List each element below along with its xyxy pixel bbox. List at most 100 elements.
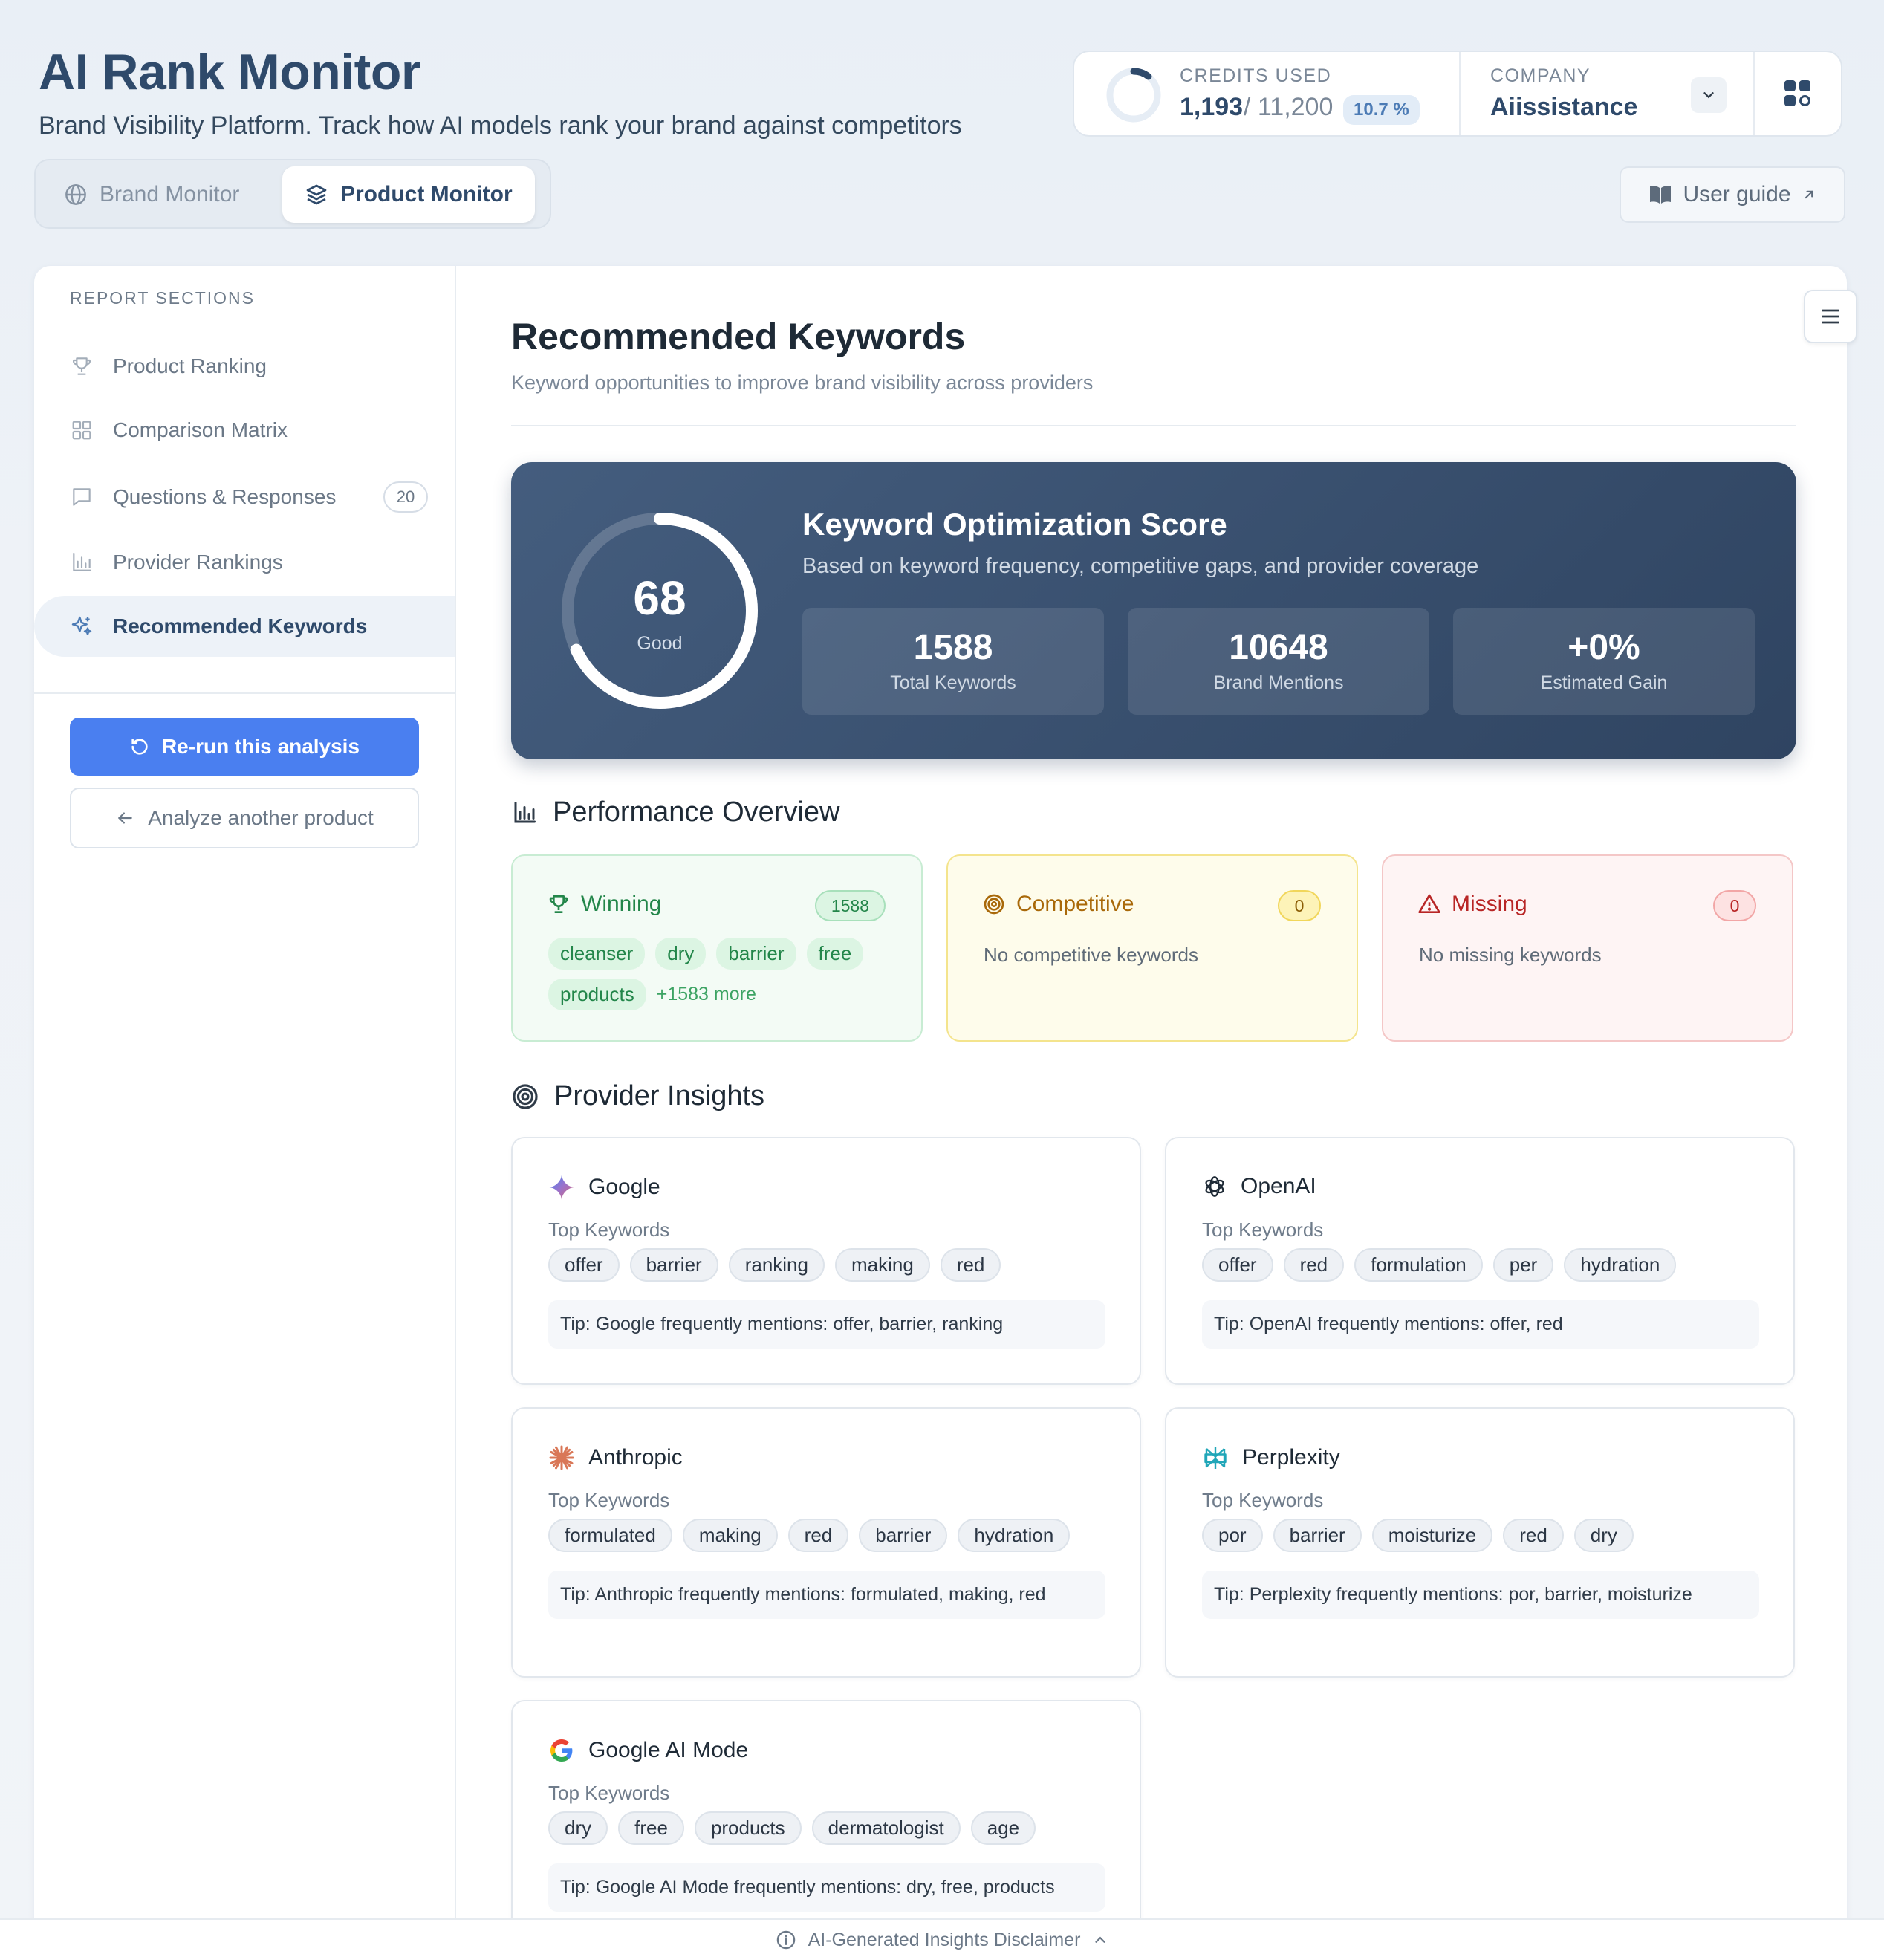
message-icon — [73, 488, 91, 506]
apps-grid-icon — [1784, 80, 1810, 106]
tab-brand-monitor[interactable]: Brand Monitor — [42, 166, 262, 223]
company-dropdown-button[interactable] — [1691, 77, 1727, 113]
stat-brand-mentions: 10648 Brand Mentions — [1128, 608, 1429, 715]
report-content: Recommended Keywords Keyword opportuniti… — [456, 266, 1857, 1960]
keyword-tag: red — [1283, 1248, 1345, 1282]
sparkles-icon — [71, 616, 92, 635]
winning-keyword-tag: dry — [655, 938, 706, 970]
provider-tip: Tip: Perplexity frequently mentions: por… — [1202, 1571, 1759, 1619]
sidebar-item-label: Comparison Matrix — [113, 418, 288, 441]
keyword-tag: moisturize — [1371, 1519, 1493, 1552]
sidebar-item-recommended-keywords[interactable]: Recommended Keywords — [34, 596, 455, 657]
analyze-another-product-button[interactable]: Analyze another product — [70, 788, 419, 848]
trophy-icon — [73, 357, 91, 375]
hamburger-menu-icon — [1822, 309, 1839, 324]
sidebar-divider — [34, 692, 455, 694]
provider-keyword-list: por barrier moisturize red dry — [1202, 1519, 1634, 1552]
provider-keyword-list: offer barrier ranking making red — [548, 1248, 1001, 1282]
sidebar-item-label: Provider Rankings — [113, 551, 283, 574]
score-description: Based on keyword frequency, competitive … — [802, 554, 1479, 578]
provider-card-google-ai-mode: Google AI Mode Top Keywords dry free pro… — [511, 1700, 1141, 1953]
external-link-icon — [1805, 190, 1813, 199]
winning-keyword-tag: products — [548, 979, 646, 1010]
winning-count-badge: 1588 — [814, 890, 886, 921]
keyword-tag: formulated — [548, 1519, 672, 1552]
competitive-keywords-card: Competitive 0 No competitive keywords — [946, 854, 1358, 1042]
keyword-tag: barrier — [1273, 1519, 1362, 1552]
disclaimer-toggle[interactable]: AI-Generated Insights Disclaimer — [0, 1918, 1884, 1960]
sidebar-item-questions-responses[interactable]: Questions & Responses 20 — [34, 467, 455, 528]
account-summary-card: CREDITS USED 1,193 / 11,200 10.7 % COMPA… — [1073, 51, 1842, 137]
stat-label: Total Keywords — [890, 672, 1016, 693]
anthropic-icon — [549, 1445, 574, 1470]
sidebar-heading: REPORT SECTIONS — [70, 288, 255, 308]
user-guide-link[interactable]: User guide — [1620, 166, 1845, 223]
sidebar-item-label: Recommended Keywords — [113, 614, 368, 637]
provider-name: OpenAI — [1241, 1174, 1316, 1198]
keyword-tag: dermatologist — [811, 1811, 961, 1845]
report-panel: REPORT SECTIONS Product Ranking Comparis… — [34, 266, 1857, 1960]
analyze-another-label: Analyze another product — [148, 806, 374, 829]
stat-label: Estimated Gain — [1540, 672, 1668, 693]
provider-name: Anthropic — [588, 1445, 683, 1470]
provider-header: Google AI Mode — [548, 1737, 748, 1764]
sidebar-item-label: Questions & Responses — [113, 485, 337, 508]
sidebar-item-comparison-matrix[interactable]: Comparison Matrix — [34, 400, 455, 461]
credits-section: CREDITS USED 1,193 / 11,200 10.7 % — [1074, 52, 1461, 135]
stat-label: Brand Mentions — [1213, 672, 1344, 693]
company-selector[interactable]: COMPANY Aiissistance — [1461, 52, 1755, 135]
keyword-tag: making — [834, 1248, 930, 1282]
keyword-tag: red — [1503, 1519, 1564, 1552]
apps-button[interactable] — [1755, 52, 1841, 135]
keyword-tag: products — [694, 1811, 802, 1845]
provider-tip: Tip: Anthropic frequently mentions: form… — [548, 1571, 1105, 1619]
sidebar-item-label: Product Ranking — [113, 354, 267, 377]
rerun-analysis-button[interactable]: Re-run this analysis — [70, 718, 419, 776]
provider-name: Perplexity — [1242, 1445, 1340, 1470]
company-name: Aiissistance — [1490, 93, 1638, 121]
page-subtitle: Keyword opportunities to improve brand v… — [511, 371, 1094, 394]
keyword-tag: offer — [548, 1248, 620, 1282]
grid-icon — [72, 421, 91, 440]
keyword-tag: red — [787, 1519, 849, 1552]
keyword-tag: red — [940, 1248, 1001, 1282]
stat-total-keywords: 1588 Total Keywords — [802, 608, 1104, 715]
provider-name: Google — [588, 1175, 660, 1199]
winning-heading: Winning — [547, 892, 661, 917]
winning-keyword-tag: barrier — [716, 938, 796, 970]
keyword-tag: making — [682, 1519, 778, 1552]
keyword-tag: barrier — [859, 1519, 948, 1552]
keyword-tag: dry — [1573, 1519, 1634, 1552]
provider-card-google: Google Top Keywords offer barrier rankin… — [511, 1137, 1141, 1385]
tab-brand-monitor-label: Brand Monitor — [100, 182, 240, 207]
winning-more-link[interactable]: +1583 more — [657, 984, 756, 1005]
keyword-score-card: 68 Good Keyword Optimization Score Based… — [511, 462, 1796, 759]
sidebar-item-provider-rankings[interactable]: Provider Rankings — [34, 532, 455, 593]
globe-icon — [65, 184, 86, 205]
trophy-icon — [549, 895, 568, 913]
provider-insights-title: Provider Insights — [554, 1080, 765, 1112]
warning-icon — [1418, 894, 1440, 913]
bar-chart-icon — [73, 552, 92, 571]
page-title: Recommended Keywords — [511, 316, 966, 357]
sidebar-item-product-ranking[interactable]: Product Ranking — [34, 336, 455, 397]
keyword-tag: offer — [1202, 1248, 1273, 1282]
keyword-tag: formulation — [1354, 1248, 1483, 1282]
keyword-tag: por — [1202, 1519, 1263, 1552]
provider-keyword-list: offer red formulation per hydration — [1202, 1248, 1677, 1282]
credits-usage-ring — [1106, 68, 1161, 123]
stat-value: +0% — [1568, 628, 1640, 667]
tab-product-monitor[interactable]: Product Monitor — [282, 166, 535, 223]
section-menu-button[interactable] — [1804, 290, 1857, 343]
credits-percent-badge: 10.7 % — [1343, 95, 1420, 125]
competitive-count-badge: 0 — [1278, 890, 1321, 921]
keyword-tag: per — [1492, 1248, 1554, 1282]
report-sidebar: REPORT SECTIONS Product Ranking Comparis… — [34, 266, 456, 1960]
performance-overview-heading: Performance Overview — [511, 796, 839, 828]
provider-header: OpenAI — [1202, 1174, 1316, 1199]
top-keywords-label: Top Keywords — [548, 1489, 670, 1511]
chevron-down-icon — [1703, 92, 1714, 99]
title-divider — [511, 425, 1796, 426]
keyword-tag: free — [618, 1811, 684, 1845]
provider-name: Google AI Mode — [588, 1738, 749, 1762]
